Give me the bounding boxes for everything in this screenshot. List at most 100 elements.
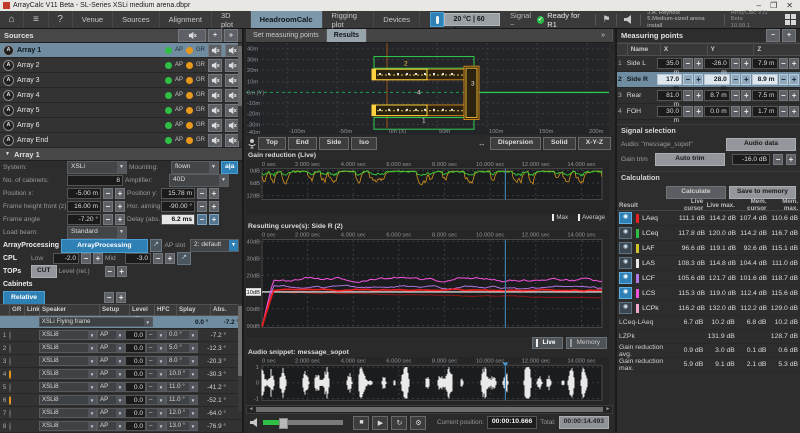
tab-rigging-plot[interactable]: Rigging plot <box>323 11 375 28</box>
position-y-minus-button[interactable]: − <box>197 188 207 199</box>
setup-select[interactable]: AP▼ <box>97 369 125 379</box>
gain-trim-value[interactable]: -16.0 dB <box>732 154 770 165</box>
venue-top-view-plot[interactable]: 243140m30m20m10m0m (Y)-10m-20m-30m-40m-1… <box>246 43 609 135</box>
hfc-select[interactable]: –▼ <box>146 408 166 418</box>
position-x-minus-button[interactable]: − <box>103 188 113 199</box>
hfc-select[interactable]: –▼ <box>146 343 166 353</box>
loop-button[interactable]: ↻ <box>391 416 407 430</box>
remove-point-button[interactable]: − <box>766 29 780 42</box>
mute-all-button[interactable] <box>178 29 206 42</box>
mounting-select[interactable]: flown▼ <box>171 161 219 174</box>
curve-visibility-toggle[interactable]: ◉ <box>619 287 632 299</box>
splay-select[interactable]: 11.0 °▼ <box>166 382 198 392</box>
cabinet-row-4[interactable]: 4XSLi8▼AP▼0.0–▼10.0 °▼-30.3 ° <box>0 368 242 381</box>
expand-sources-icon[interactable]: » <box>224 29 238 42</box>
setup-select[interactable]: AP▼ <box>97 382 125 392</box>
scrollbar-thumb[interactable] <box>256 407 603 412</box>
point-z-minus-button[interactable]: − <box>779 106 789 117</box>
sources-scrollbar[interactable] <box>238 43 242 141</box>
point-x-field[interactable]: 35.0 m <box>657 58 682 69</box>
point-y-minus-button[interactable]: − <box>731 58 741 69</box>
setup-select[interactable]: AP▼ <box>97 356 125 366</box>
gain-trim-plus-button[interactable]: + <box>786 154 796 165</box>
save-to-memory-button[interactable]: Save to memory <box>729 186 796 199</box>
mute-array-button[interactable] <box>208 89 222 102</box>
audio-waveform-plot[interactable]: 0 sec2.000 sec4.000 sec6.000 sec8.000 se… <box>246 357 609 405</box>
point-x-field[interactable]: 30.0 m <box>657 106 682 117</box>
point-x-plus-button[interactable]: + <box>694 90 704 101</box>
mute-ap-button[interactable] <box>225 74 239 87</box>
cpl-low-minus-button[interactable]: − <box>81 253 91 264</box>
level-field[interactable]: 0.0 <box>125 421 146 431</box>
home-icon[interactable]: ⌂ <box>0 11 24 28</box>
point-y-minus-button[interactable]: − <box>731 106 741 117</box>
setup-select[interactable]: AP▼ <box>97 395 125 405</box>
mute-ap-button[interactable] <box>225 44 239 57</box>
point-y-field[interactable]: 8.7 m <box>704 90 729 101</box>
horn-icon[interactable] <box>623 15 634 24</box>
curve-visibility-toggle[interactable]: ◉ <box>619 257 632 269</box>
point-z-field[interactable]: 7.9 m <box>752 58 777 69</box>
speaker-select[interactable]: XSLi8▼ <box>39 330 97 340</box>
point-z-field[interactable]: 7.5 m <box>752 90 777 101</box>
setup-select[interactable]: AP▼ <box>97 330 125 340</box>
frame-height-field[interactable]: 16.00 m <box>67 201 101 212</box>
display-button-dispersion[interactable]: Dispersion <box>490 137 541 150</box>
cabinet-scrollbar[interactable] <box>238 304 242 412</box>
measuring-point-row-side-l[interactable]: 1Side L35.0 m−+-26.0 m−+7.9 m−+ <box>617 56 800 72</box>
cabinet-count-field[interactable]: 8 <box>67 175 123 186</box>
minimize-button[interactable]: – <box>757 1 761 10</box>
frame-angle-plus-button[interactable]: + <box>115 214 125 225</box>
hfc-select[interactable]: –▼ <box>146 369 166 379</box>
point-y-plus-button[interactable]: + <box>741 58 751 69</box>
view-button-end[interactable]: End <box>288 137 317 150</box>
gain-reduction-plot[interactable]: 0 sec2.000 sec4.000 sec6.000 sec8.000 se… <box>246 160 609 214</box>
position-y-field[interactable]: 15.78 m <box>161 188 195 199</box>
point-x-plus-button[interactable]: + <box>694 58 704 69</box>
curve-visibility-toggle[interactable]: ◉ <box>619 227 632 239</box>
display-button-solid[interactable]: Solid <box>543 137 576 150</box>
cpl-mid-field[interactable]: -3.0 <box>125 253 151 264</box>
system-select[interactable]: XSLi▼ <box>67 161 127 174</box>
point-z-minus-button[interactable]: − <box>779 58 789 69</box>
cabinet-row-5[interactable]: 5XSLi8▼AP▼0.0–▼11.0 °▼-41.2 ° <box>0 381 242 394</box>
source-row-array-5[interactable]: AArray 5APGR <box>0 103 242 118</box>
memory-button[interactable]: Memory <box>566 337 607 349</box>
point-z-minus-button[interactable]: − <box>779 74 789 85</box>
audio-data-button[interactable]: Audio data <box>726 138 796 151</box>
measuring-point-row-side-r[interactable]: 2Side R17.0 m−+28.0 m−+8.9 m−+ <box>617 72 800 88</box>
waveform-scrollbar[interactable]: ◄ ► <box>246 405 613 414</box>
point-y-field[interactable]: 0.0 m <box>704 106 729 117</box>
ap-slot-select[interactable]: 2: default▼ <box>190 239 239 252</box>
cabinet-count-plus-button[interactable]: + <box>116 292 126 303</box>
scroll-right-icon[interactable]: ► <box>604 406 612 413</box>
speaker-select[interactable]: XSLi8▼ <box>39 421 97 431</box>
thermometer-icon[interactable] <box>430 12 444 27</box>
expand-panel-icon[interactable]: » <box>594 29 613 42</box>
tab-sources[interactable]: Sources <box>113 11 160 28</box>
point-y-field[interactable]: -26.0 m <box>704 58 729 69</box>
tab-alignment[interactable]: Alignment <box>160 11 212 28</box>
arrayprocessing-button[interactable]: ArrayProcessing <box>61 239 148 253</box>
maximize-button[interactable]: ❐ <box>770 1 777 10</box>
source-row-array-1[interactable]: AArray 1APGR <box>0 43 242 58</box>
point-y-minus-button[interactable]: − <box>731 90 741 101</box>
point-x-minus-button[interactable]: − <box>683 90 693 101</box>
splay-select[interactable]: 8.0 °▼ <box>166 356 198 366</box>
environment-readout[interactable]: 20 °C | 60 % <box>444 13 500 26</box>
speaker-select[interactable]: XSLi8▼ <box>39 382 97 392</box>
delay-field[interactable]: 6.2 ms <box>161 214 195 225</box>
add-point-button[interactable]: + <box>782 29 796 42</box>
hfc-select[interactable]: –▼ <box>146 421 166 431</box>
point-x-plus-button[interactable]: + <box>694 106 704 117</box>
apps-grid-icon[interactable] <box>785 14 796 25</box>
setup-select[interactable]: AP▼ <box>97 408 125 418</box>
mute-array-button[interactable] <box>208 59 222 72</box>
open-ap-dialog-icon[interactable]: ↗ <box>150 239 163 252</box>
view-button-side[interactable]: Side <box>319 137 349 150</box>
cpl-low-plus-button[interactable]: + <box>93 253 103 264</box>
speaker-select[interactable]: XSLi8▼ <box>39 408 97 418</box>
splay-select[interactable]: 5.0 °▼ <box>166 343 198 353</box>
splay-select[interactable]: 11.0 °▼ <box>166 395 198 405</box>
cpl-mid-minus-button[interactable]: − <box>153 253 163 264</box>
